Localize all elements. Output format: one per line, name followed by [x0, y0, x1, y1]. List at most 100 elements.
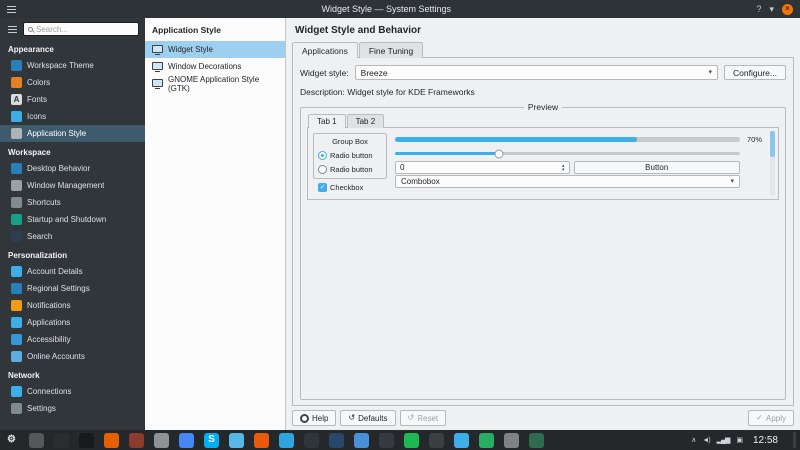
network-icon[interactable]: ▂▄▆	[717, 437, 731, 444]
checkbox-label: Checkbox	[330, 183, 364, 192]
category-item-widget-style[interactable]: Widget Style	[145, 41, 285, 58]
spinbox-arrows-icon[interactable]: ▴ ▾	[562, 163, 565, 172]
close-button[interactable]: ×	[782, 3, 793, 15]
radio-icon	[318, 164, 327, 174]
apply-icon: ✓	[756, 413, 763, 422]
taskbar-apps: ⚙ S	[4, 432, 544, 448]
taskbar-vlc-icon[interactable]	[254, 432, 269, 448]
slider-row	[395, 147, 762, 160]
demo-radio-button-2[interactable]: Radio button	[318, 163, 382, 175]
startup-and-shutdown-icon	[11, 214, 22, 225]
preview-tab-bar: Tab 1 Tab 2	[307, 114, 779, 128]
preview-scrollbar[interactable]	[770, 131, 775, 196]
taskbar-application-launcher-icon[interactable]: ⚙	[4, 433, 19, 448]
taskbar-konsole-icon[interactable]	[79, 432, 94, 448]
hamburger-menu-icon[interactable]	[8, 28, 17, 30]
configure-button[interactable]: Configure...	[724, 65, 786, 80]
search-box[interactable]	[23, 22, 139, 36]
taskbar-app-window-5-icon[interactable]	[329, 432, 344, 448]
sidebar-item-desktop-behavior[interactable]: Desktop Behavior	[0, 160, 145, 177]
taskbar-app-window-9-icon[interactable]	[454, 432, 469, 448]
system-settings-window: Appearance Workspace ThemeColorsAFontsIco…	[0, 18, 800, 430]
clock[interactable]: 12:58	[753, 435, 778, 446]
category-panel: Application Style Widget Style Window Dec…	[145, 18, 286, 430]
reset-button[interactable]: ↺ Reset	[399, 410, 447, 426]
sidebar-item-accessibility[interactable]: Accessibility	[0, 331, 145, 348]
taskbar-app-window-7-icon[interactable]	[379, 432, 394, 448]
taskbar-app-window-3-icon[interactable]	[229, 432, 244, 448]
taskbar-app-window-2-icon[interactable]	[129, 432, 144, 448]
taskbar-app-window-12-icon[interactable]	[529, 432, 544, 448]
defaults-button[interactable]: ↺ Defaults	[340, 410, 396, 426]
minimize-button[interactable]: ▾	[769, 4, 774, 14]
clipboard-icon[interactable]: ▣	[736, 437, 743, 444]
sidebar-item-workspace-theme[interactable]: Workspace Theme	[0, 57, 145, 74]
taskbar-chromium-icon[interactable]	[179, 432, 194, 448]
radio-button-group: Radio button Radio button	[318, 149, 382, 175]
sidebar-item-shortcuts[interactable]: Shortcuts	[0, 194, 145, 211]
taskbar-pager-icon[interactable]	[29, 432, 44, 448]
taskbar-app-window-8-icon[interactable]	[429, 432, 444, 448]
taskbar-app-window-1-icon[interactable]	[54, 432, 69, 448]
demo-slider[interactable]	[395, 149, 740, 158]
sidebar-item-settings[interactable]: Settings	[0, 400, 145, 417]
radio-icon	[318, 150, 327, 160]
help-button[interactable]: Help	[292, 410, 337, 426]
demo-combobox[interactable]: Combobox ▾	[395, 175, 740, 188]
combobox-row: Combobox ▾	[395, 175, 762, 188]
taskbar-app-window-6-icon[interactable]	[354, 432, 369, 448]
reset-icon: ↺	[407, 413, 415, 422]
show-desktop-strip[interactable]	[793, 432, 796, 448]
window-menu-icon[interactable]	[7, 8, 16, 10]
sidebar-item-fonts[interactable]: A Fonts	[0, 91, 145, 108]
preview-tab-tab-1[interactable]: Tab 1	[308, 114, 346, 128]
window-titlebar[interactable]: Widget Style — System Settings ? ▾ ×	[0, 0, 800, 18]
sidebar-item-notifications[interactable]: Notifications	[0, 297, 145, 314]
demo-group-box: Group Box Radio button Radio button	[313, 133, 387, 179]
taskbar-skype-icon[interactable]: S	[204, 432, 219, 448]
taskbar-app-window-11-icon[interactable]	[504, 432, 519, 448]
main-tab-bar: Applications Fine Tuning	[286, 42, 800, 58]
tray-expander-icon[interactable]: ∧	[691, 437, 696, 444]
accessibility-icon	[11, 334, 22, 345]
taskbar-app-window-4-icon[interactable]	[304, 432, 319, 448]
volume-icon[interactable]: ◄)	[702, 437, 710, 444]
sidebar-item-application-style[interactable]: Application Style	[0, 125, 145, 142]
system-tray: ∧ ◄) ▂▄▆ ▣ 12:58	[691, 432, 796, 448]
sidebar-item-colors[interactable]: Colors	[0, 74, 145, 91]
sidebar-item-applications[interactable]: Applications	[0, 314, 145, 331]
progress-row: 70%	[395, 133, 762, 146]
tab-applications[interactable]: Applications	[292, 42, 358, 58]
sidebar-item-connections[interactable]: Connections	[0, 383, 145, 400]
sidebar-item-online-accounts[interactable]: Online Accounts	[0, 348, 145, 365]
taskbar-spotify-icon[interactable]	[404, 432, 419, 448]
sidebar-item-account-details[interactable]: Account Details	[0, 263, 145, 280]
apply-button[interactable]: ✓ Apply	[748, 410, 794, 426]
sidebar-item-window-management[interactable]: Window Management	[0, 177, 145, 194]
demo-button[interactable]: Button	[573, 161, 740, 174]
scrollbar-thumb[interactable]	[770, 131, 775, 157]
sidebar-item-search[interactable]: Search	[0, 228, 145, 245]
desktop: Widget Style — System Settings ? ▾ × App…	[0, 0, 800, 450]
help-titlebar-button[interactable]: ?	[756, 4, 761, 14]
demo-spinbox[interactable]: 0 ▴ ▾	[395, 161, 570, 174]
taskbar-telegram-icon[interactable]	[279, 432, 294, 448]
slider-handle[interactable]	[494, 149, 503, 158]
sidebar-item-startup-and-shutdown[interactable]: Startup and Shutdown	[0, 211, 145, 228]
demo-checkbox[interactable]: ✓ Checkbox	[313, 181, 387, 194]
widget-style-select[interactable]: Breeze ▾	[354, 65, 719, 80]
search-input[interactable]	[36, 24, 134, 34]
taskbar-gimp-icon[interactable]	[154, 432, 169, 448]
demo-radio-button-1[interactable]: Radio button	[318, 149, 382, 161]
taskbar-firefox-icon[interactable]	[104, 432, 119, 448]
sidebar-item-regional-settings[interactable]: Regional Settings	[0, 280, 145, 297]
footer-bar: Help ↺ Defaults ↺ Reset ✓ Apply	[286, 406, 800, 430]
preview-tab-tab-2[interactable]: Tab 2	[346, 114, 385, 128]
tab-fine-tuning[interactable]: Fine Tuning	[358, 42, 424, 58]
notifications-icon	[11, 300, 22, 311]
category-item-gnome-application-style-gtk[interactable]: GNOME Application Style (GTK)	[145, 75, 285, 93]
category-item-window-decorations[interactable]: Window Decorations	[145, 58, 285, 75]
account-details-icon	[11, 266, 22, 277]
sidebar-item-icons[interactable]: Icons	[0, 108, 145, 125]
taskbar-app-window-10-icon[interactable]	[479, 432, 494, 448]
